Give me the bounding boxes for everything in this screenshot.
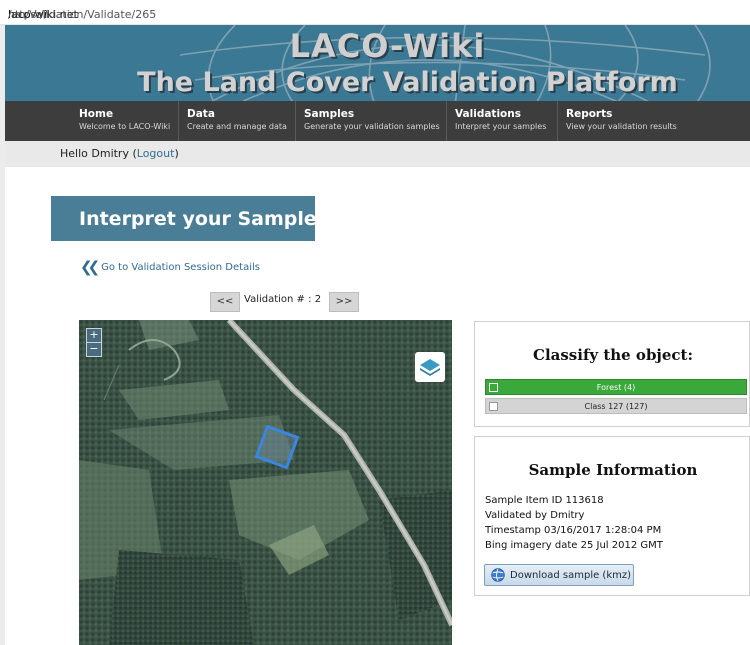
nav-item-title: Data xyxy=(187,108,215,120)
satellite-map[interactable]: + − xyxy=(79,320,452,645)
previous-validation-button[interactable]: << xyxy=(210,292,240,312)
back-link-label: Go to Validation Session Details xyxy=(101,261,260,273)
logout-link[interactable]: Logout xyxy=(137,147,175,160)
zoom-out-button[interactable]: − xyxy=(86,342,102,357)
nav-item-validations[interactable]: Validations Interpret your samples xyxy=(446,101,557,141)
back-to-session-link[interactable]: ❮❮ Go to Validation Session Details xyxy=(80,258,260,276)
layers-button[interactable] xyxy=(415,352,445,382)
nav-item-subtitle: View your validation results xyxy=(566,122,677,131)
class-option-class-127[interactable]: Class 127 (127) xyxy=(485,398,747,414)
nav-item-samples[interactable]: Samples Generate your validation samples xyxy=(295,101,446,141)
page-title: Interpret your Samples xyxy=(51,196,328,241)
nav-item-title: Reports xyxy=(566,108,613,120)
nav-item-reports[interactable]: Reports View your validation results xyxy=(557,101,697,141)
satellite-imagery xyxy=(79,320,452,645)
zoom-in-button[interactable]: + xyxy=(86,328,102,343)
timestamp: Timestamp 03/16/2017 1:28:04 PM xyxy=(485,525,662,536)
class-option-forest[interactable]: Forest (4) xyxy=(485,379,747,395)
banner-title: LACO-Wiki xyxy=(289,27,486,65)
banner-subtitle: The Land Cover Validation Platform xyxy=(137,67,678,98)
validation-number: Validation # : 2 xyxy=(244,294,321,305)
sample-info-heading: Sample Information xyxy=(528,461,698,479)
validation-number-value: 2 xyxy=(314,294,322,305)
user-greeting: Hello Dmitry xyxy=(60,147,129,160)
next-validation-button[interactable]: >> xyxy=(329,292,359,312)
user-greeting-line: Hello Dmitry (Logout) xyxy=(60,147,179,160)
main-nav: Home Welcome to LACO-Wiki Data Create an… xyxy=(5,101,750,141)
download-sample-button[interactable]: Download sample (kmz) xyxy=(484,564,634,586)
site-banner: LACO-Wiki The Land Cover Validation Plat… xyxy=(5,25,750,101)
nav-item-subtitle: Interpret your samples xyxy=(455,122,547,131)
nav-item-subtitle: Generate your validation samples xyxy=(304,122,440,131)
globe-icon xyxy=(491,568,505,582)
layers-icon xyxy=(420,359,440,376)
nav-item-home[interactable]: Home Welcome to LACO-Wiki xyxy=(71,101,178,141)
sample-information-panel: Sample Information Sample Item ID 113618… xyxy=(474,436,750,596)
validation-number-label: Validation # : xyxy=(244,294,312,305)
imagery-date: Bing imagery date 25 Jul 2012 GMT xyxy=(485,540,663,551)
class-option-label: Forest (4) xyxy=(596,383,636,392)
class-checkbox[interactable] xyxy=(489,402,498,411)
download-sample-label: Download sample (kmz) xyxy=(510,569,632,581)
class-checkbox[interactable] xyxy=(489,383,498,392)
nav-item-title: Validations xyxy=(455,108,521,120)
nav-item-subtitle: Create and manage data xyxy=(187,122,287,131)
validated-by: Validated by Dmitry xyxy=(485,510,585,521)
nav-item-subtitle: Welcome to LACO-Wiki xyxy=(79,122,171,131)
nav-item-data[interactable]: Data Create and manage data xyxy=(178,101,295,141)
sample-item-id: Sample Item ID 113618 xyxy=(485,495,604,506)
user-bar: Hello Dmitry (Logout) xyxy=(5,141,750,167)
classify-panel: Classify the object: Forest (4) Class 12… xyxy=(474,321,750,427)
double-chevron-left-icon: ❮❮ xyxy=(80,258,100,276)
address-bar[interactable]: https://laco-wiki.net/en/Validation/Vali… xyxy=(0,0,750,25)
class-option-label: Class 127 (127) xyxy=(584,402,648,411)
nav-item-title: Samples xyxy=(304,108,355,120)
nav-item-title: Home xyxy=(79,108,114,120)
classify-heading: Classify the object: xyxy=(533,346,693,364)
